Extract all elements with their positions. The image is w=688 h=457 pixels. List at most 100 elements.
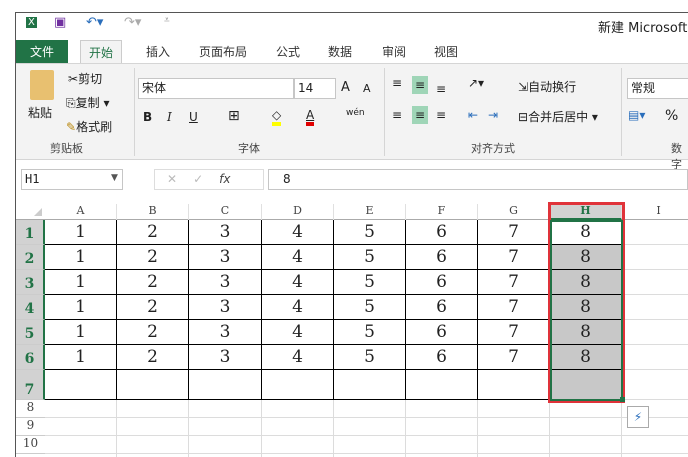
column-header-F[interactable]: F [406, 204, 478, 220]
undo-icon[interactable]: ↶▾ [86, 15, 103, 30]
tab-data[interactable]: 数据 [320, 40, 360, 64]
cell-D5[interactable]: 4 [262, 320, 334, 345]
cell-B1[interactable]: 2 [117, 220, 189, 245]
cell-E3[interactable]: 5 [334, 270, 406, 295]
copy-button[interactable]: ⎘复制 ▾ [66, 94, 109, 111]
underline-button[interactable]: U [189, 110, 198, 124]
decrease-indent-icon[interactable]: ⇤ [468, 108, 478, 122]
cell-G1[interactable]: 7 [478, 220, 550, 245]
format-painter-button[interactable]: ✎格式刷 [66, 118, 112, 135]
align-middle-icon[interactable]: ≡ [412, 76, 429, 94]
quick-analysis-icon[interactable]: ⚡ [627, 406, 649, 428]
cell-G2[interactable]: 7 [478, 245, 550, 270]
cell-B7[interactable] [117, 370, 189, 400]
tab-home[interactable]: 开始 [80, 40, 123, 64]
align-center-icon[interactable]: ≡ [412, 106, 429, 124]
cell-E4[interactable]: 5 [334, 295, 406, 320]
name-box-dropdown-icon[interactable]: ▼ [111, 173, 118, 183]
name-box[interactable]: H1 [21, 169, 123, 190]
column-header-I[interactable]: I [622, 204, 688, 220]
cell-F6[interactable]: 6 [406, 345, 478, 370]
cancel-icon[interactable]: ✕ [167, 172, 193, 186]
cell-E1[interactable]: 5 [334, 220, 406, 245]
shrink-font-button[interactable]: A [363, 82, 371, 95]
row-header-5[interactable]: 5 [16, 320, 45, 345]
row-header-9[interactable]: 9 [16, 418, 45, 436]
cell-A4[interactable]: 1 [45, 295, 117, 320]
select-all-button[interactable] [34, 208, 42, 216]
grow-font-button[interactable]: A [341, 80, 350, 95]
cell-C3[interactable]: 3 [189, 270, 262, 295]
cell-B5[interactable]: 2 [117, 320, 189, 345]
row-header-8[interactable]: 8 [16, 400, 45, 418]
cell-A6[interactable]: 1 [45, 345, 117, 370]
cell-E5[interactable]: 5 [334, 320, 406, 345]
cell-F5[interactable]: 6 [406, 320, 478, 345]
cell-C7[interactable] [189, 370, 262, 400]
paste-button[interactable]: 粘贴 [28, 104, 52, 121]
enter-icon[interactable]: ✓ [193, 172, 219, 186]
column-header-A[interactable]: A [45, 204, 117, 220]
cell-A1[interactable]: 1 [45, 220, 117, 245]
row-header-7[interactable]: 7 [16, 370, 45, 400]
font-color-button[interactable]: A [306, 108, 315, 126]
font-name-select[interactable]: 宋体 [138, 78, 294, 99]
cell-B4[interactable]: 2 [117, 295, 189, 320]
cell-A7[interactable] [45, 370, 117, 400]
column-header-D[interactable]: D [262, 204, 334, 220]
bold-button[interactable]: B [143, 110, 152, 124]
cell-F2[interactable]: 6 [406, 245, 478, 270]
row-header-6[interactable]: 6 [16, 345, 45, 370]
italic-button[interactable]: I [167, 110, 172, 124]
number-format-select[interactable]: 常规 [627, 78, 688, 99]
percent-button[interactable]: % [665, 108, 678, 124]
cell-D7[interactable] [262, 370, 334, 400]
merge-center-button[interactable]: ⊟合并后居中 ▾ [518, 108, 598, 125]
cell-F1[interactable]: 6 [406, 220, 478, 245]
tab-insert[interactable]: 插入 [138, 40, 178, 64]
row-header-2[interactable]: 2 [16, 245, 45, 270]
column-header-C[interactable]: C [189, 204, 262, 220]
align-bottom-icon[interactable]: ≡ [436, 82, 446, 96]
cell-C2[interactable]: 3 [189, 245, 262, 270]
column-header-G[interactable]: G [478, 204, 550, 220]
cell-B3[interactable]: 2 [117, 270, 189, 295]
wrap-text-button[interactable]: ⇲自动换行 [518, 78, 576, 95]
tab-review[interactable]: 审阅 [374, 40, 414, 64]
cell-G7[interactable] [478, 370, 550, 400]
tab-file[interactable]: 文件 [16, 40, 68, 64]
cell-E6[interactable]: 5 [334, 345, 406, 370]
paste-icon[interactable] [30, 70, 54, 100]
cell-D6[interactable]: 4 [262, 345, 334, 370]
cell-A2[interactable]: 1 [45, 245, 117, 270]
column-header-B[interactable]: B [117, 204, 189, 220]
cell-C6[interactable]: 3 [189, 345, 262, 370]
cell-A3[interactable]: 1 [45, 270, 117, 295]
cut-button[interactable]: ✂剪切 [68, 70, 102, 87]
cell-D2[interactable]: 4 [262, 245, 334, 270]
cell-D1[interactable]: 4 [262, 220, 334, 245]
column-header-E[interactable]: E [334, 204, 406, 220]
save-icon[interactable]: ▣ [54, 15, 66, 30]
cell-F3[interactable]: 6 [406, 270, 478, 295]
row-header-4[interactable]: 4 [16, 295, 45, 320]
cell-B6[interactable]: 2 [117, 345, 189, 370]
borders-icon[interactable]: ⊞ [228, 108, 240, 124]
redo-icon[interactable]: ↷▾ [124, 15, 141, 30]
cell-G6[interactable]: 7 [478, 345, 550, 370]
cell-G5[interactable]: 7 [478, 320, 550, 345]
tab-view[interactable]: 视图 [426, 40, 466, 64]
tab-page-layout[interactable]: 页面布局 [191, 40, 255, 64]
cell-F7[interactable] [406, 370, 478, 400]
customize-qat-icon[interactable]: ⩡ [164, 15, 170, 26]
cell-B2[interactable]: 2 [117, 245, 189, 270]
cell-G4[interactable]: 7 [478, 295, 550, 320]
tab-formulas[interactable]: 公式 [268, 40, 308, 64]
fill-color-icon[interactable]: ◇ [272, 108, 282, 126]
formula-input[interactable]: 8 [268, 169, 688, 190]
row-header-10[interactable]: 10 [16, 436, 45, 454]
cell-D3[interactable]: 4 [262, 270, 334, 295]
align-right-icon[interactable]: ≡ [436, 108, 446, 122]
cell-G3[interactable]: 7 [478, 270, 550, 295]
fx-icon[interactable]: fx [219, 172, 230, 186]
